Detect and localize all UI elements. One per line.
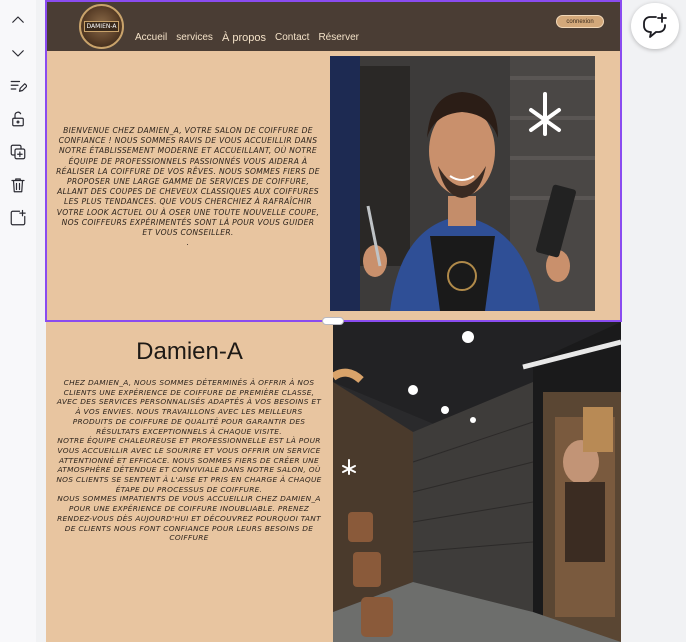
- add-comment-icon: [643, 13, 667, 38]
- lock-section-button[interactable]: [4, 105, 32, 133]
- about-text[interactable]: Chez Damien_A, nous sommes déterminés à …: [56, 378, 322, 543]
- delete-section-button[interactable]: [4, 171, 32, 199]
- edit-text-icon: [10, 80, 27, 92]
- main-nav: Accueil services À propos Contact Réserv…: [135, 32, 359, 44]
- section-resize-handle[interactable]: [322, 317, 344, 325]
- move-up-button[interactable]: [4, 6, 32, 34]
- welcome-paragraph: Bienvenue chez Damien_A, votre salon de …: [56, 126, 320, 238]
- section-toolbar: [0, 0, 36, 642]
- add-section-button[interactable]: [4, 204, 32, 232]
- about-paragraph-2: Notre équipe chaleureuse et professionne…: [56, 436, 322, 494]
- add-comment-button[interactable]: [631, 3, 679, 49]
- nav-contact[interactable]: Contact: [275, 32, 309, 44]
- editor-root: DAMIEN-A Accueil services À propos Conta…: [0, 0, 686, 642]
- salon-interior-illustration: [333, 322, 621, 642]
- move-down-button[interactable]: [4, 39, 32, 67]
- barber-portrait-photo[interactable]: [330, 56, 595, 311]
- site-header[interactable]: DAMIEN-A Accueil services À propos Conta…: [46, 0, 621, 51]
- about-title[interactable]: Damien-A: [46, 338, 333, 366]
- chevron-down-icon: [12, 50, 24, 57]
- barber-portrait-illustration: [330, 56, 595, 311]
- about-section[interactable]: Damien-A Chez Damien_A, nous sommes déte…: [46, 322, 621, 642]
- welcome-trailing-dot: .: [186, 238, 190, 248]
- trash-icon: [11, 178, 25, 193]
- add-section-icon: [10, 209, 26, 226]
- about-paragraph-1: Chez Damien_A, nous sommes déterminés à …: [56, 378, 322, 436]
- edit-section-button[interactable]: [4, 72, 32, 100]
- duplicate-section-button[interactable]: [4, 138, 32, 166]
- chevron-up-icon: [12, 16, 24, 23]
- login-button[interactable]: connexion: [556, 15, 604, 28]
- nav-a-propos[interactable]: À propos: [222, 32, 266, 44]
- logo-text: DAMIEN-A: [83, 21, 120, 32]
- duplicate-icon: [10, 144, 26, 160]
- salon-interior-photo[interactable]: [333, 322, 621, 642]
- site-logo[interactable]: DAMIEN-A: [79, 4, 124, 49]
- nav-services[interactable]: services: [176, 32, 213, 44]
- welcome-text[interactable]: Bienvenue chez Damien_A, votre salon de …: [56, 126, 320, 248]
- nav-reserver[interactable]: Réserver: [318, 32, 359, 44]
- lock-icon: [12, 111, 24, 127]
- nav-accueil[interactable]: Accueil: [135, 32, 167, 44]
- welcome-section[interactable]: Bienvenue chez Damien_A, votre salon de …: [46, 51, 621, 321]
- about-paragraph-3: Nous sommes impatients de vous accueilli…: [57, 494, 321, 543]
